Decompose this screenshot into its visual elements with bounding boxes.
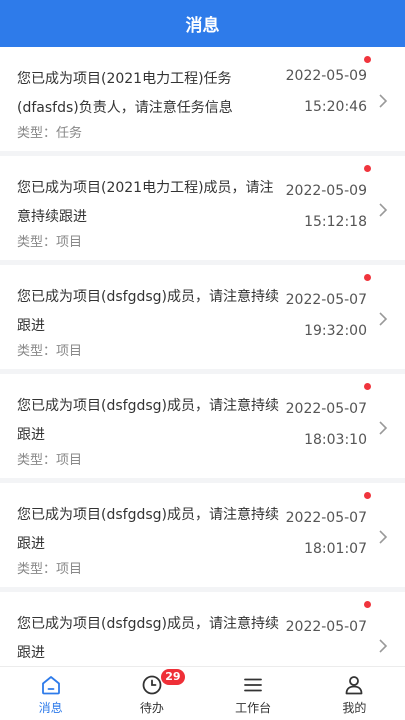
todo-count-badge: 29 — [161, 669, 185, 685]
tab-label: 工作台 — [235, 701, 272, 715]
chevron-right-icon — [379, 530, 388, 544]
unread-dot — [364, 165, 371, 172]
message-item[interactable]: 您已成为项目(dsfgdsg)成员，请注意持续跟进 类型：项目 2022-05-… — [0, 265, 405, 374]
message-time: 18:03:10 — [304, 432, 367, 448]
message-type: 类型：项目 — [17, 562, 83, 577]
message-item[interactable]: 您已成为项目(2021电力工程)任务(dfasfds)负责人，请注意任务信息 类… — [0, 47, 405, 156]
unread-dot — [364, 383, 371, 390]
message-date: 2022-05-07 — [285, 510, 367, 526]
message-date: 2022-05-07 — [285, 401, 367, 417]
message-type: 类型：项目 — [17, 235, 83, 250]
message-text: 您已成为项目(dsfgdsg)成员，请注意持续跟进 — [17, 507, 279, 552]
tab-workbench[interactable]: 工作台 — [203, 667, 304, 720]
message-time: 18:01:07 — [304, 541, 367, 557]
message-item[interactable]: 您已成为项目(dsfgdsg)成员，请注意持续跟进 类型：项目 2022-05-… — [0, 374, 405, 483]
tab-todo[interactable]: 29 待办 — [101, 667, 202, 720]
message-datetime: 2022-05-07 19:32:00 — [267, 285, 367, 347]
message-time: 19:32:00 — [304, 323, 367, 339]
message-item[interactable]: 您已成为项目(dsfgdsg)成员，请注意持续跟进 类型：项目 2022-05-… — [0, 483, 405, 592]
tab-label: 待办 — [139, 701, 164, 715]
chevron-right-icon — [379, 421, 388, 435]
message-datetime: 2022-05-09 15:20:46 — [267, 61, 367, 123]
message-type: 类型：项目 — [17, 453, 83, 468]
tab-messages[interactable]: 消息 — [0, 667, 101, 720]
bottom-tab-bar: 消息 29 待办 工作台 我的 — [0, 666, 405, 720]
message-item[interactable]: 您已成为项目(2021电力工程)成员，请注意持续跟进 类型：项目 2022-05… — [0, 156, 405, 265]
message-text: 您已成为项目(dsfgdsg)成员，请注意持续跟进 — [17, 616, 279, 661]
message-time: 15:12:18 — [304, 214, 367, 230]
message-text: 您已成为项目(dsfgdsg)成员，请注意持续跟进 — [17, 398, 279, 443]
message-date: 2022-05-09 — [285, 68, 367, 84]
message-time: 15:20:46 — [304, 99, 367, 115]
message-date: 2022-05-07 — [285, 292, 367, 308]
message-text: 您已成为项目(2021电力工程)成员，请注意持续跟进 — [17, 180, 274, 225]
home-icon — [41, 676, 60, 695]
tab-mine[interactable]: 我的 — [304, 667, 405, 720]
message-type: 类型：任务 — [17, 126, 83, 141]
message-type: 类型：项目 — [17, 344, 83, 359]
chevron-right-icon — [379, 94, 388, 108]
tab-label: 我的 — [342, 701, 367, 715]
app-screen: 消息 您已成为项目(2021电力工程)任务(dfasfds)负责人，请注意任务信… — [0, 0, 405, 720]
message-datetime: 2022-05-09 15:12:18 — [267, 176, 367, 238]
unread-dot — [364, 492, 371, 499]
message-datetime: 2022-05-07 18:01:07 — [267, 503, 367, 565]
message-text: 您已成为项目(dsfgdsg)成员，请注意持续跟进 — [17, 289, 279, 334]
user-icon — [345, 676, 363, 695]
page-title: 消息 — [185, 16, 220, 36]
unread-dot — [364, 601, 371, 608]
tab-label: 消息 — [38, 701, 63, 715]
message-item[interactable]: 您已成为项目(dsfgdsg)成员，请注意持续跟进 2022-05-07 — [0, 592, 405, 666]
chevron-right-icon — [379, 639, 388, 653]
chevron-right-icon — [379, 203, 388, 217]
chevron-right-icon — [379, 312, 388, 326]
menu-icon — [244, 678, 263, 692]
message-datetime: 2022-05-07 18:03:10 — [267, 394, 367, 456]
top-header: 消息 — [0, 0, 405, 47]
message-list[interactable]: 您已成为项目(2021电力工程)任务(dfasfds)负责人，请注意任务信息 类… — [0, 47, 405, 666]
unread-dot — [364, 274, 371, 281]
message-datetime: 2022-05-07 — [267, 612, 367, 643]
message-date: 2022-05-09 — [285, 183, 367, 199]
message-date: 2022-05-07 — [285, 619, 367, 635]
message-text: 您已成为项目(2021电力工程)任务(dfasfds)负责人，请注意任务信息 — [17, 71, 233, 116]
